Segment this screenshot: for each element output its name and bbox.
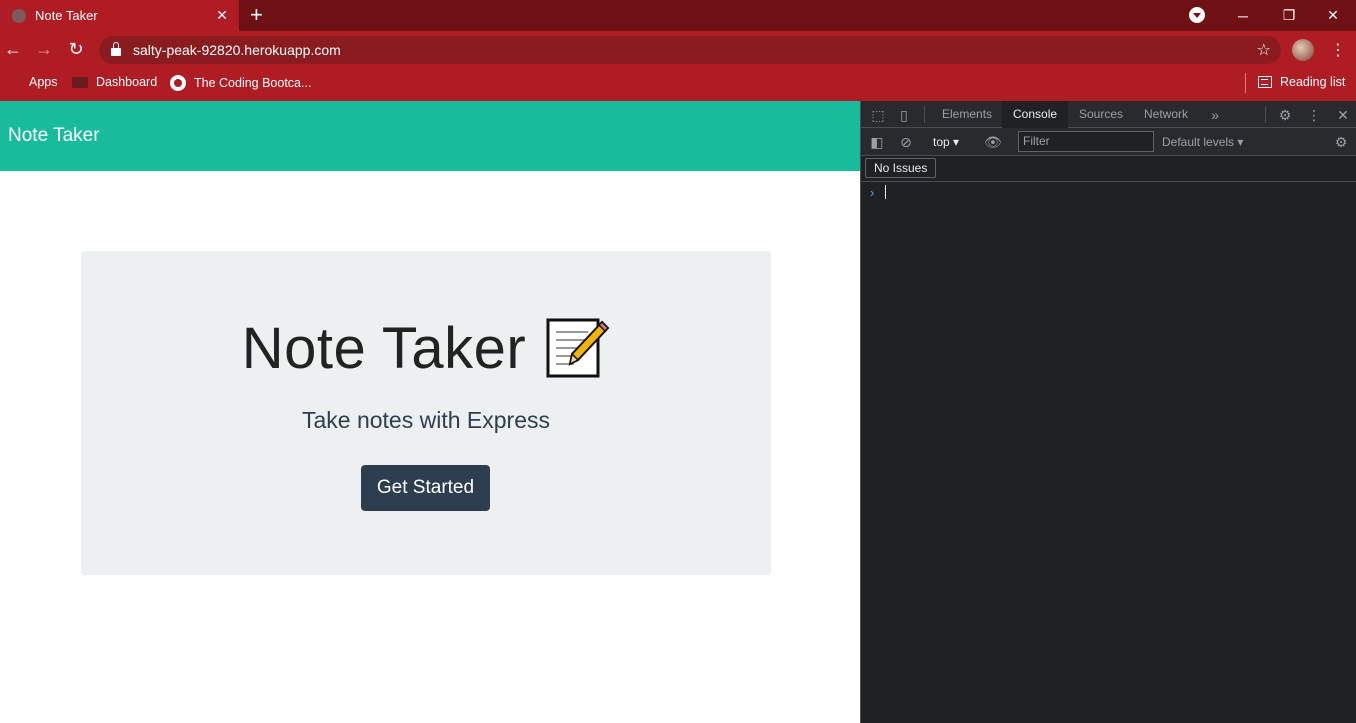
web-page: Note Taker Note Taker Take notes with Ex… <box>0 101 860 723</box>
dashboard-icon <box>72 76 88 88</box>
bookmarks-divider <box>1245 73 1246 93</box>
more-tabs-chevron-icon[interactable]: » <box>1207 107 1223 123</box>
sidebar-toggle-icon[interactable]: ◧ <box>869 134 885 150</box>
bookmark-label: Dashboard <box>96 75 158 89</box>
bookmark-apps[interactable]: Apps <box>7 75 58 89</box>
divider <box>1265 106 1266 123</box>
notepad-with-pencil-icon <box>544 316 610 382</box>
navbar: Note Taker <box>0 101 860 171</box>
clear-console-icon[interactable]: ⊘ <box>898 134 914 150</box>
page-title: Note Taker <box>81 315 771 382</box>
divider <box>924 106 925 123</box>
forward-icon[interactable]: → <box>33 39 55 59</box>
log-levels-label: Default levels <box>1162 135 1235 149</box>
bookmark-label: The Coding Bootca... <box>194 76 312 90</box>
tab-search-icon[interactable] <box>1189 7 1205 23</box>
settings-gear-icon[interactable]: ⚙ <box>1277 107 1293 123</box>
console-filter-input[interactable]: Filter <box>1018 131 1154 152</box>
context-label: top <box>933 135 950 149</box>
bookmark-dashboard[interactable]: Dashboard <box>72 75 157 89</box>
get-started-button[interactable]: Get Started <box>361 465 490 511</box>
github-icon <box>170 75 186 91</box>
browser-menu-icon[interactable]: ⋮ <box>1330 40 1346 60</box>
bookmark-coding-bootcamp[interactable]: The Coding Bootca... <box>170 75 311 91</box>
apps-grid-icon <box>7 75 21 89</box>
bookmark-star-icon[interactable]: ☆ <box>1257 40 1271 60</box>
devtools-tab-bar: ⬚ ▯ Elements Console Sources Network » ⚙… <box>861 101 1356 128</box>
devtools-panel: ⬚ ▯ Elements Console Sources Network » ⚙… <box>860 101 1356 723</box>
reading-list-button[interactable]: Reading list <box>1258 75 1345 89</box>
no-issues-button[interactable]: No Issues <box>865 158 937 178</box>
chevron-down-icon: ▾ <box>953 135 960 149</box>
bookmarks-bar: Apps Dashboard The Coding Bootca... Read… <box>0 69 1356 101</box>
tab-network[interactable]: Network <box>1133 101 1199 128</box>
reading-list-icon <box>1258 76 1272 88</box>
lock-icon[interactable] <box>111 42 121 56</box>
page-subtitle: Take notes with Express <box>301 407 550 433</box>
jumbotron: Note Taker Take notes with Express Get S… <box>81 251 771 575</box>
browser-toolbar: ← → ↻ salty-peak-92820.herokuapp.com ☆ ⋮ <box>0 31 1356 69</box>
page-title-text: Note Taker <box>241 316 527 381</box>
bookmark-label: Apps <box>29 75 58 89</box>
navbar-brand[interactable]: Note Taker <box>8 125 100 147</box>
issues-row: No Issues <box>861 156 1356 182</box>
minimize-button[interactable]: ─ <box>1220 0 1266 31</box>
back-icon[interactable]: ← <box>2 39 24 59</box>
context-selector[interactable]: top ▾ <box>933 135 959 149</box>
tab-strip: Note Taker ✕ + ─ ❐ ✕ <box>0 0 1356 31</box>
globe-favicon-icon <box>12 8 26 23</box>
live-expression-eye-icon[interactable]: 👁 <box>984 134 1002 150</box>
reading-list-label: Reading list <box>1280 75 1346 89</box>
chevron-down-icon: ▾ <box>1237 135 1244 149</box>
url-text[interactable]: salty-peak-92820.herokuapp.com <box>133 42 341 58</box>
close-devtools-icon[interactable]: ✕ <box>1335 107 1351 123</box>
log-levels-dropdown[interactable]: Default levels ▾ <box>1162 135 1243 149</box>
console-prompt-icon: › <box>870 185 875 200</box>
profile-avatar[interactable] <box>1292 39 1314 61</box>
devtools-menu-icon[interactable]: ⋮ <box>1306 107 1322 123</box>
console-toolbar: ◧ ⊘ top ▾ 👁 Filter Default levels ▾ ⚙ <box>861 128 1356 156</box>
tab-elements[interactable]: Elements <box>931 101 1003 128</box>
new-tab-button[interactable]: + <box>250 3 263 27</box>
tab-sources[interactable]: Sources <box>1068 101 1134 128</box>
device-toolbar-icon[interactable]: ▯ <box>896 107 912 123</box>
tab-console[interactable]: Console <box>1002 101 1069 128</box>
browser-tab[interactable]: Note Taker ✕ <box>0 0 239 31</box>
tab-close-icon[interactable]: ✕ <box>211 7 233 24</box>
tab-title: Note Taker <box>35 8 98 23</box>
inspect-element-icon[interactable]: ⬚ <box>870 107 886 123</box>
restore-button[interactable]: ❐ <box>1266 0 1312 31</box>
address-bar[interactable]: salty-peak-92820.herokuapp.com ☆ <box>99 36 1281 64</box>
console-input-caret[interactable] <box>885 185 886 199</box>
reload-icon[interactable]: ↻ <box>65 39 87 59</box>
window-close-button[interactable]: ✕ <box>1310 0 1356 31</box>
console-settings-gear-icon[interactable]: ⚙ <box>1333 134 1349 150</box>
